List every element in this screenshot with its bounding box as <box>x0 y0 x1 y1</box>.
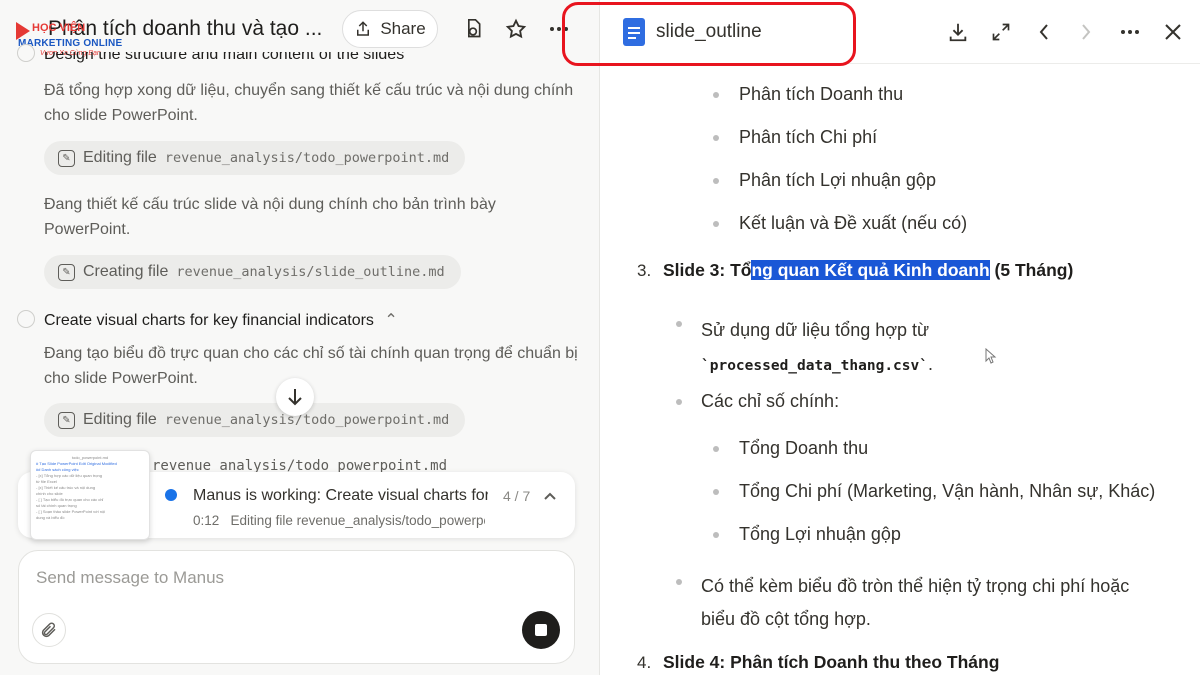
previous-button[interactable] <box>1030 18 1058 46</box>
list-item: Phân tích Lợi nhuận gộp <box>739 170 936 190</box>
step-title[interactable]: Create visual charts for key financial i… <box>44 310 398 330</box>
scroll-to-bottom-button[interactable] <box>276 378 314 416</box>
bullet <box>713 178 719 184</box>
bullet <box>676 399 682 405</box>
bullet <box>713 446 719 452</box>
more-options-button[interactable] <box>1116 18 1144 46</box>
list-item-line: Có thể kèm biểu đồ tròn thể hiện tỷ trọn… <box>701 576 1130 596</box>
stop-button[interactable] <box>522 611 560 649</box>
chat-header: Phân tích doanh thu và tạo ... HỌC VIỆN … <box>0 0 599 58</box>
step-description: Đang tạo biểu đồ trực quan cho các chỉ s… <box>44 345 578 387</box>
tool-action-pill[interactable]: ✎ Editing file revenue_analysis/todo_pow… <box>44 141 466 175</box>
message-input[interactable] <box>36 568 496 588</box>
status-current-action: Editing file revenue_analysis/todo_power… <box>230 513 485 528</box>
close-icon <box>1165 24 1181 40</box>
arrow-down-icon <box>288 389 302 406</box>
tool-action-label: Editing file <box>83 149 157 166</box>
favorite-button[interactable] <box>503 16 529 42</box>
list-item-line: biểu đồ cột tổng hợp. <box>701 609 871 629</box>
tool-action-path: revenue_analysis/todo_powerpoint.md <box>164 150 450 166</box>
bullet <box>713 532 719 538</box>
file-view-button[interactable] <box>460 16 486 42</box>
step-status-icon <box>17 44 35 62</box>
list-item: Kết luận và Đề xuất (nếu có) <box>739 213 968 233</box>
list-item: Có thể kèm biểu đồ tròn thể hiện tỷ trọn… <box>701 570 1129 636</box>
step-title-text: Create visual charts for key financial i… <box>44 312 374 329</box>
step-counter: 4 / 7 <box>503 488 531 504</box>
edit-file-icon: ✎ <box>58 411 75 429</box>
bullet <box>676 579 682 585</box>
chevron-up-icon <box>544 492 556 500</box>
step-description: Đã tổng hợp xong dữ liệu, chuyển sang th… <box>44 82 574 124</box>
list-item-text: Sử dụng dữ liệu tổng hợp từ <box>701 320 930 340</box>
step-status-icon <box>17 310 35 328</box>
fullscreen-button[interactable] <box>987 18 1015 46</box>
chevron-left-icon <box>1039 24 1048 40</box>
file-viewer-panel: slide_outline Phân tích Doanh thu Phân t… <box>601 0 1200 675</box>
tool-action-pill[interactable]: ✎ Editing file revenue_analysis/todo_pow… <box>44 403 466 437</box>
file-preview-thumbnail[interactable]: todo_powerpoint.md # Tạo Slide PowerPoin… <box>30 450 150 540</box>
list-item-end: . <box>927 354 933 374</box>
bullet <box>713 221 719 227</box>
tool-action-path: revenue_analysis/slide_outline.md <box>176 264 445 280</box>
working-indicator-icon <box>165 489 177 501</box>
mouse-cursor-icon <box>985 347 997 369</box>
star-icon <box>505 18 527 39</box>
slide-heading-suffix: (5 Tháng) <box>989 260 1074 280</box>
download-icon <box>949 23 967 42</box>
expand-icon <box>992 23 1010 41</box>
logo-line-1: HỌC VIỆN <box>32 22 86 34</box>
list-number: 3. <box>637 261 652 280</box>
list-item: Tổng Chi phí (Marketing, Vận hành, Nhân … <box>739 481 1156 501</box>
edit-file-icon: ✎ <box>58 263 75 281</box>
tool-action-label: Creating file <box>83 263 169 280</box>
download-button[interactable] <box>944 18 972 46</box>
tool-action-label: Editing file <box>83 411 157 428</box>
edit-file-icon: ✎ <box>58 149 75 167</box>
file-view-icon <box>468 18 481 38</box>
list-item: Sử dụng dữ liệu tổng hợp từ `processed_d… <box>701 313 933 383</box>
slide-heading: Slide 3: Tổng quan Kết quả Kinh doanh (5… <box>663 260 1073 281</box>
status-main-text: Manus is working: Create visual charts f… <box>193 487 488 504</box>
share-label: Share <box>380 19 426 38</box>
bullet <box>713 92 719 98</box>
chevron-up-icon: ⌃ <box>384 312 398 329</box>
next-button[interactable] <box>1072 18 1100 46</box>
inline-code: `processed_data_thang.csv` <box>701 358 928 374</box>
selected-text[interactable]: ng quan Kết quả Kinh doanh <box>751 260 990 280</box>
attach-button[interactable] <box>32 613 66 647</box>
chat-panel: Phân tích doanh thu và tạo ... HỌC VIỆN … <box>0 0 600 675</box>
share-icon <box>357 21 370 36</box>
list-item: Phân tích Chi phí <box>739 127 878 147</box>
list-item: Tổng Lợi nhuận gộp <box>739 524 901 544</box>
expand-status-button[interactable] <box>543 488 557 506</box>
bullet <box>676 321 682 327</box>
slide-heading: Slide 4: Phân tích Doanh thu theo Tháng <box>663 652 1000 672</box>
list-item: Tổng Doanh thu <box>739 438 869 458</box>
list-number: 4. <box>637 653 652 672</box>
thumb-line: dung và biểu đồ <box>36 515 65 520</box>
share-button[interactable]: Share <box>342 10 438 48</box>
chevron-right-icon <box>1082 24 1091 40</box>
paperclip-icon <box>41 622 56 638</box>
close-button[interactable] <box>1159 18 1187 46</box>
tool-action-path: revenue_analysis/todo_powerpoint.md <box>164 412 450 428</box>
status-sub-text: 0:12 Editing file revenue_analysis/todo_… <box>193 513 485 528</box>
step-description: Đang thiết kế cấu trúc slide và nội dung… <box>44 196 496 238</box>
list-item: Phân tích Doanh thu <box>739 84 904 104</box>
more-horizontal-icon <box>1121 30 1139 34</box>
annotation-highlight-box <box>562 2 856 66</box>
bullet <box>713 489 719 495</box>
status-elapsed-time: 0:12 <box>193 513 220 528</box>
bullet <box>713 135 719 141</box>
tool-action-pill[interactable]: ✎ Creating file revenue_analysis/slide_o… <box>44 255 461 289</box>
list-item: Các chỉ số chính: <box>701 391 840 411</box>
slide-heading-prefix: Slide 3: Tổ <box>663 260 752 280</box>
stop-icon <box>535 624 547 636</box>
